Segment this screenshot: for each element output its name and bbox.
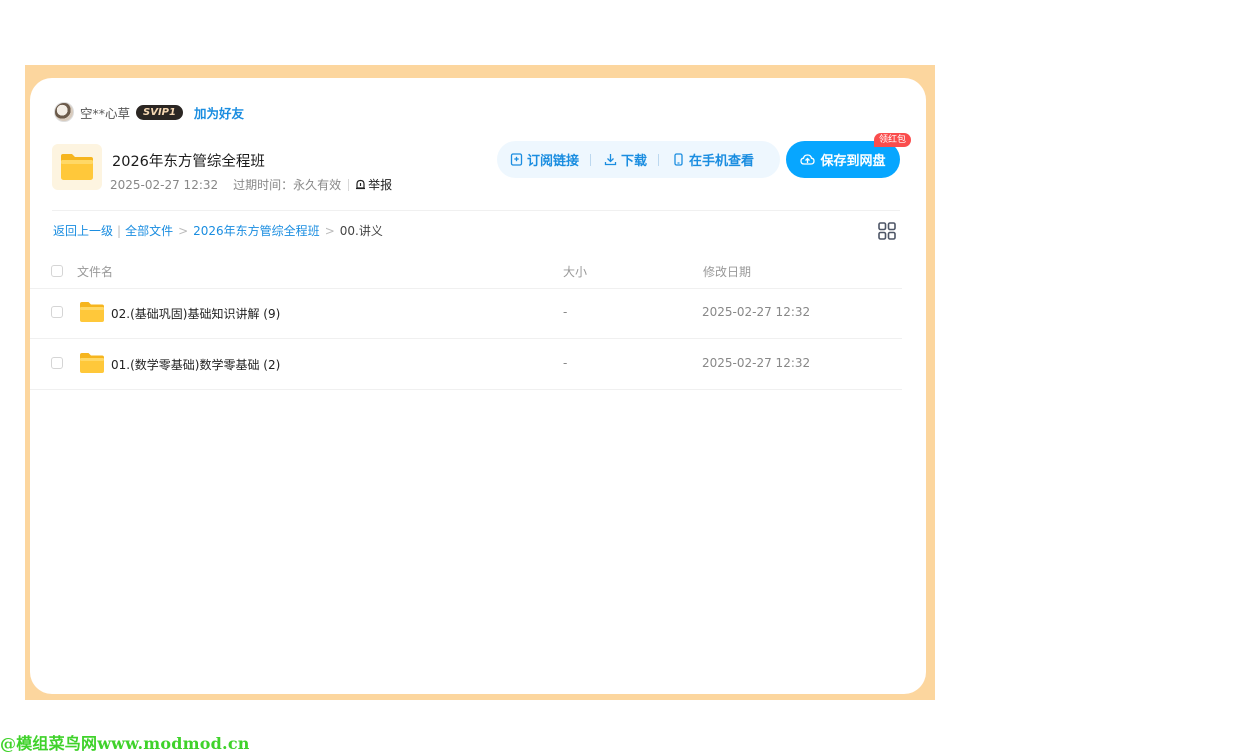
phone-icon	[674, 153, 683, 166]
subscribe-label: 订阅链接	[527, 154, 580, 169]
red-packet-badge[interactable]: 领红包	[874, 133, 912, 147]
select-all-checkbox[interactable]	[51, 265, 63, 277]
avatar[interactable]	[54, 102, 74, 122]
column-header-date[interactable]: 修改日期	[703, 263, 751, 280]
row-checkbox[interactable]	[51, 306, 63, 318]
share-date: 2025-02-27 12:32	[110, 177, 219, 192]
divider: |	[117, 223, 122, 238]
divider	[658, 153, 660, 166]
breadcrumb-share-folder[interactable]: 2026年东方管综全程班	[193, 222, 320, 239]
view-on-phone-label: 在手机查看	[689, 154, 755, 169]
cloud-upload-icon	[800, 154, 816, 165]
divider	[348, 178, 350, 191]
breadcrumb: 返回上一级 | 全部文件 > 2026年东方管综全程班 > 00.讲义	[53, 222, 383, 239]
column-header-name[interactable]: 文件名	[77, 263, 113, 280]
svip-badge: SVIP1	[136, 104, 183, 120]
file-size: -	[563, 356, 568, 370]
watermark: @模组菜鸟网www.modmod.cn	[0, 734, 250, 753]
share-title: 2026年东方管综全程班	[112, 154, 265, 170]
download-icon	[604, 154, 617, 166]
action-group: 订阅链接 下载 在手机查看	[497, 141, 780, 178]
chevron-right-icon: >	[324, 223, 335, 238]
subscribe-link-button[interactable]: 订阅链接	[510, 150, 579, 169]
table-row[interactable]: 01.(数学零基础)数学零基础 (2) - 2025-02-27 12:32	[30, 339, 902, 390]
table-row[interactable]: 02.(基础巩固)基础知识讲解 (9) - 2025-02-27 12:32	[30, 288, 902, 339]
file-date: 2025-02-27 12:32	[702, 305, 811, 319]
share-meta: 2025-02-27 12:32 过期时间：永久有效 举报	[110, 176, 392, 193]
report-button[interactable]: 举报	[355, 176, 392, 193]
row-checkbox[interactable]	[51, 357, 63, 369]
divider	[590, 153, 592, 166]
breadcrumb-back-link[interactable]: 返回上一级	[53, 222, 113, 239]
folder-icon	[80, 302, 104, 322]
save-label: 保存到网盘	[820, 154, 886, 169]
share-folder-thumbnail	[52, 144, 102, 190]
share-card: 空**心草 SVIP1 加为好友 2026年东方管综全程班 2025-02-27…	[30, 78, 926, 694]
download-button[interactable]: 下载	[604, 150, 647, 169]
report-icon	[356, 179, 366, 190]
view-on-phone-button[interactable]: 在手机查看	[672, 150, 754, 169]
subscribe-icon	[510, 153, 523, 166]
divider	[52, 210, 900, 211]
add-friend-link[interactable]: 加为好友	[194, 103, 244, 122]
grid-view-icon[interactable]	[878, 222, 896, 240]
breadcrumb-all-files[interactable]: 全部文件	[125, 222, 173, 239]
download-label: 下载	[621, 154, 648, 169]
breadcrumb-current: 00.讲义	[339, 224, 383, 238]
user-name: 空**心草	[80, 105, 131, 121]
table-header: 文件名 大小 修改日期	[30, 258, 902, 289]
chevron-right-icon: >	[178, 223, 189, 238]
file-date: 2025-02-27 12:32	[702, 356, 811, 370]
folder-icon	[61, 154, 93, 180]
column-header-size[interactable]: 大小	[563, 263, 587, 280]
report-label: 举报	[368, 178, 393, 192]
file-name[interactable]: 01.(数学零基础)数学零基础 (2)	[111, 356, 280, 373]
folder-icon	[80, 353, 104, 373]
sharer-info: 空**心草 SVIP1 加为好友	[54, 102, 244, 122]
file-name[interactable]: 02.(基础巩固)基础知识讲解 (9)	[111, 305, 280, 322]
file-size: -	[563, 305, 568, 319]
expiry-text: 过期时间：永久有效	[233, 178, 342, 192]
